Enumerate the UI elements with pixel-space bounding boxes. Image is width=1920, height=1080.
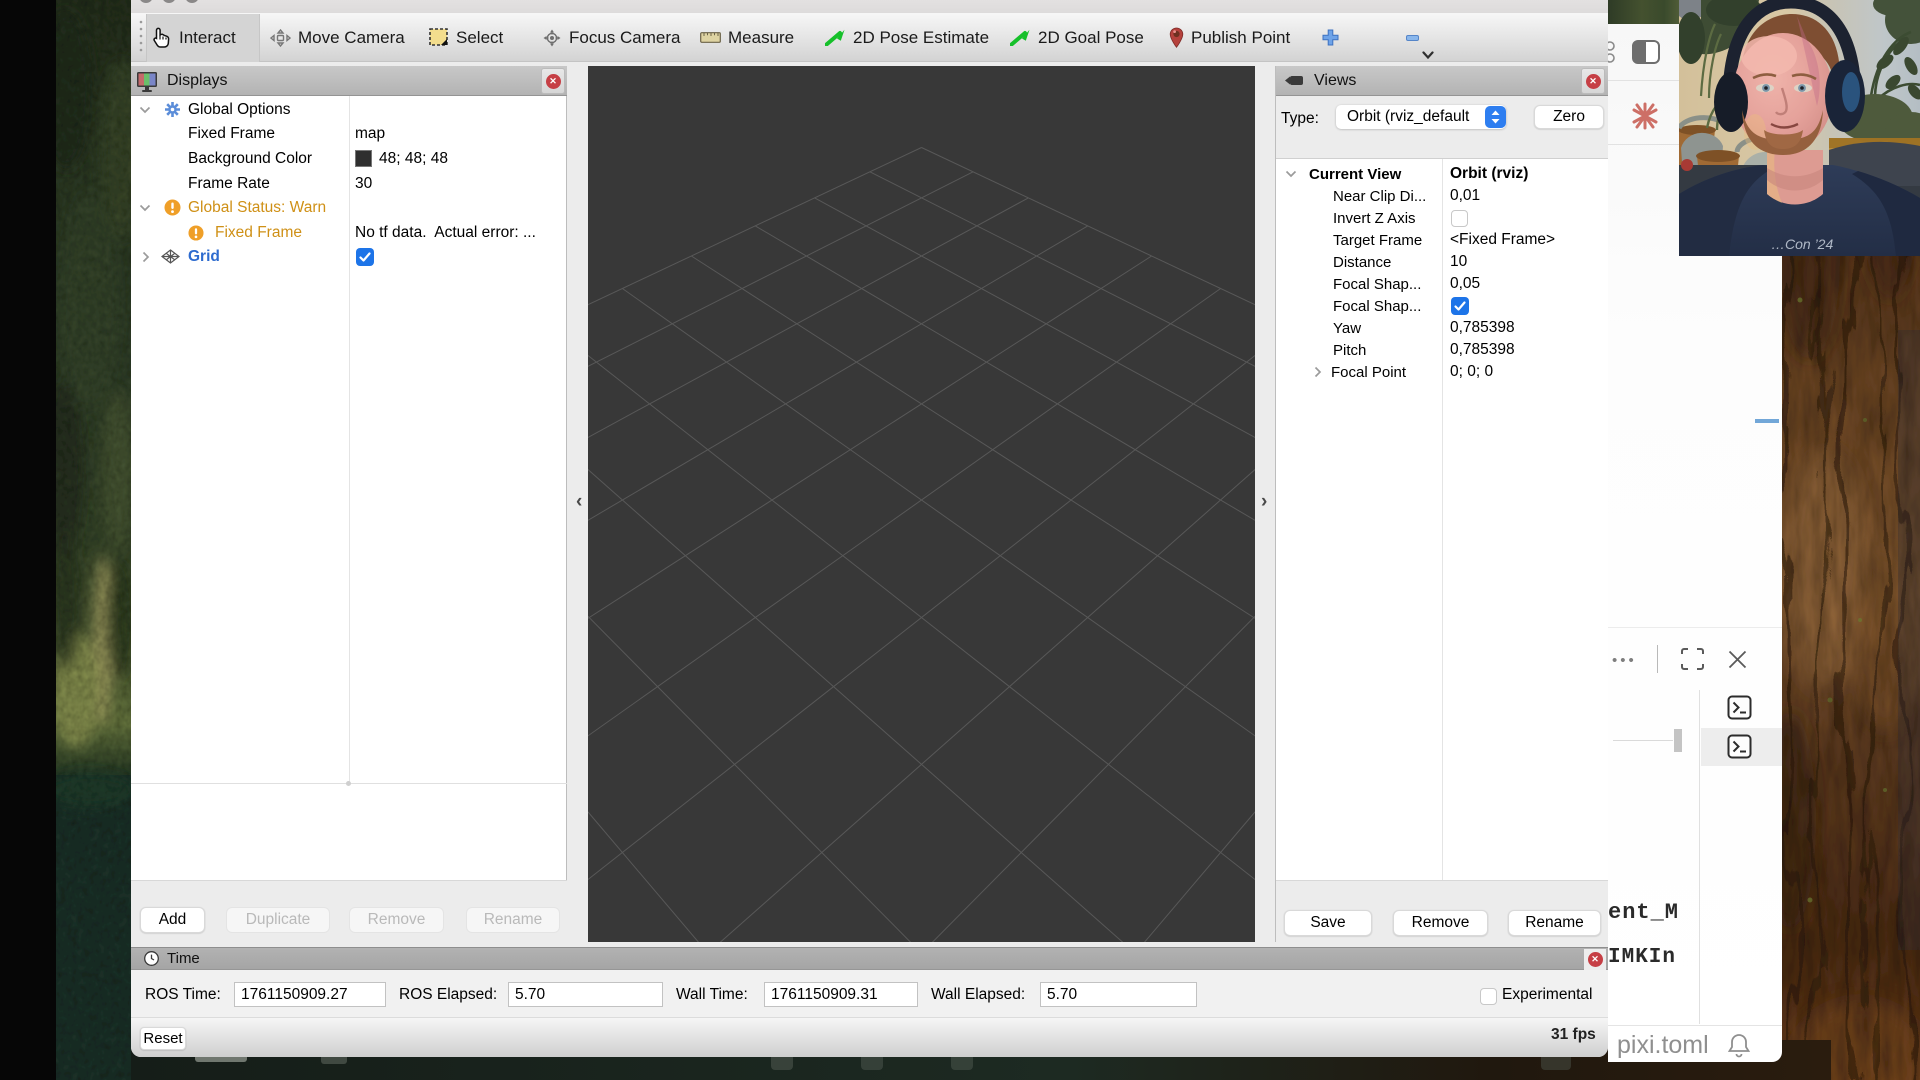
svg-text:…Con ’24: …Con ’24 (1771, 236, 1833, 252)
